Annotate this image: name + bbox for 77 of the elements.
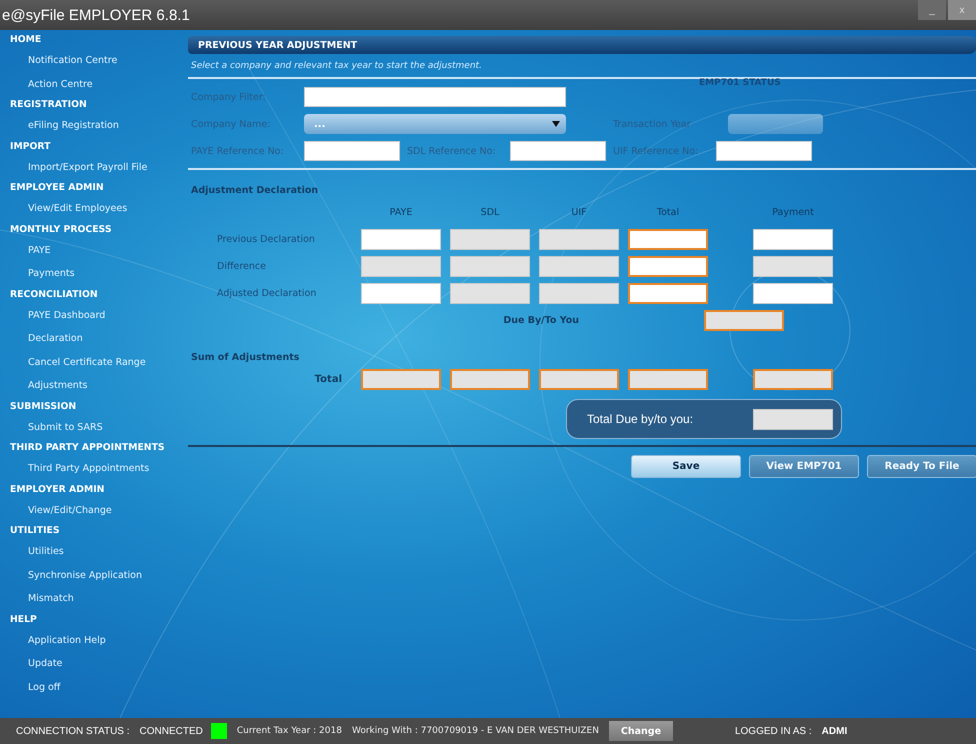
sidebar-item[interactable]: Application Help — [0, 628, 180, 652]
section-title: Adjustment Declaration — [191, 185, 320, 198]
sidebar-item[interactable]: Update — [0, 652, 180, 676]
sidebar-item[interactable]: Action Centre — [0, 72, 180, 96]
hint-text: Select a company and relevant tax year to start the adjustment. — [191, 61, 483, 71]
sidebar-item[interactable]: PAYE — [0, 238, 180, 262]
sidebar-item[interactable]: Submit to SARS — [0, 416, 180, 439]
sidebar-section-header: HELP — [9, 612, 38, 626]
caret-icon — [552, 121, 560, 127]
reference-field[interactable] — [510, 141, 606, 161]
amount-field[interactable] — [361, 229, 441, 250]
sidebar-item[interactable]: View/Edit Employees — [0, 197, 180, 220]
total-due-label: Total Due by/to you: — [587, 412, 694, 426]
company-name-dropdown[interactable]: ... — [304, 114, 566, 134]
logged-in-label: LOGGED IN AS : — [734, 726, 812, 736]
connection-status-label: CONNECTION STATUS : — [16, 726, 130, 736]
action-button[interactable]: Save — [631, 455, 741, 478]
sidebar-item[interactable]: Mismatch — [0, 587, 180, 610]
sidebar-item[interactable]: eFiling Registration — [0, 114, 180, 138]
minimize-button[interactable]: _ — [918, 0, 946, 20]
amount-field[interactable] — [628, 229, 708, 250]
amount-field[interactable] — [753, 229, 833, 250]
row-label: Total — [314, 374, 343, 385]
column-header: PAYE — [388, 207, 414, 218]
sidebar-item[interactable]: Declaration — [0, 327, 180, 350]
amount-field[interactable] — [628, 256, 708, 277]
sidebar-section-header: REGISTRATION — [9, 98, 88, 112]
working-with-text: Working With : 7700709019 - E VAN DER WESTHUIZEN — [352, 726, 599, 736]
column-header: Total — [656, 207, 680, 218]
connection-status-value: CONNECTED — [140, 726, 203, 736]
sidebar-item[interactable]: Utilities — [0, 540, 180, 564]
change-button[interactable]: Change — [608, 721, 673, 741]
due-label: Due By/To You — [502, 315, 580, 326]
sidebar-item[interactable]: Third Party Appointments — [0, 457, 180, 480]
sidebar-item[interactable]: Log off — [0, 676, 180, 699]
field-label: PAYE Reference No: — [191, 146, 285, 156]
sidebar-section-header: IMPORT — [9, 140, 52, 154]
section-title: Sum of Adjustments — [191, 352, 300, 365]
amount-field[interactable] — [628, 283, 708, 304]
amount-field[interactable] — [753, 283, 833, 304]
column-header: UIF — [570, 207, 588, 218]
sidebar-section-header: EMPLOYER ADMIN — [9, 482, 106, 496]
field-label: UIF Reference No: — [612, 146, 700, 156]
company-filter-field[interactable] — [304, 87, 566, 107]
sidebar-item[interactable]: Synchronise Application — [0, 564, 180, 587]
close-button[interactable]: x — [948, 0, 976, 20]
sidebar-item[interactable]: Cancel Certificate Range — [0, 350, 180, 374]
sidebar-item[interactable]: Notification Centre — [0, 49, 180, 72]
row-label: Difference — [216, 261, 267, 272]
sidebar-section-header: UTILITIES — [9, 524, 61, 538]
sidebar-item[interactable]: Adjustments — [0, 374, 180, 398]
amount-field[interactable] — [361, 283, 441, 304]
field-label: Company Name: — [191, 118, 272, 130]
status-label: EMP701 STATUS — [699, 78, 781, 88]
panel-title: PREVIOUS YEAR ADJUSTMENT — [198, 40, 358, 50]
sidebar-item[interactable]: Payments — [0, 262, 180, 286]
sidebar-item[interactable]: Import/Export Payroll File — [0, 156, 180, 179]
sidebar-section-header: HOME — [9, 33, 42, 47]
field-label: Company Filter: — [191, 92, 267, 102]
sidebar-item[interactable]: PAYE Dashboard — [0, 304, 180, 327]
column-header: SDL — [480, 207, 500, 218]
reference-field[interactable] — [716, 141, 812, 161]
column-header: Payment — [771, 207, 815, 218]
sidebar-section-header: RECONCILIATION — [9, 288, 99, 302]
row-label: Previous Declaration — [216, 234, 316, 245]
window-title: e@syFile EMPLOYER 6.8.1 — [1, 6, 190, 24]
sidebar-section-header: EMPLOYEE ADMIN — [9, 181, 105, 195]
sidebar-item[interactable]: View/Edit/Change — [0, 498, 180, 522]
sidebar-section-header: SUBMISSION — [9, 400, 78, 414]
reference-field[interactable] — [304, 141, 400, 161]
sidebar-section-header: MONTHLY PROCESS — [9, 222, 113, 236]
tax-year-text: Current Tax Year : 2018 — [236, 726, 342, 736]
field-label: Transaction Year — [613, 118, 692, 130]
row-label: Adjusted Declaration — [216, 288, 318, 299]
logged-in-user: ADMI — [822, 726, 848, 736]
sidebar-section-header: THIRD PARTY APPOINTMENTS — [9, 441, 166, 455]
field-label: SDL Reference No: — [406, 146, 497, 156]
